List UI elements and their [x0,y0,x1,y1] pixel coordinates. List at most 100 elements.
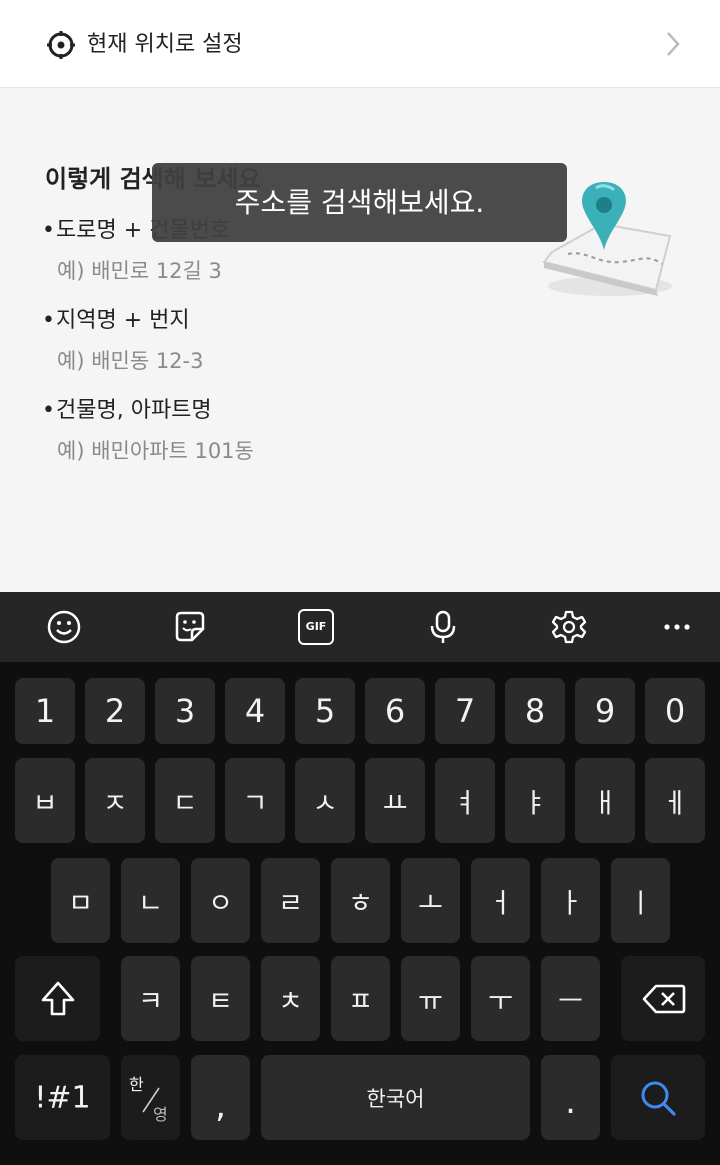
guide-item: •지역명 + 번지 [42,306,190,336]
key-jamo[interactable]: ㅡ [541,956,600,1041]
key-jamo[interactable]: ㅗ [401,858,460,943]
current-location-row[interactable]: 현재 위치로 설정 [0,0,720,88]
key-jamo[interactable]: ㅏ [541,858,600,943]
key-1[interactable]: 1 [15,678,75,744]
key-label: ㅑ [522,788,548,819]
guide-example: 예) 배민아파트 101동 [57,439,254,463]
key-4[interactable]: 4 [225,678,285,744]
guide-item-label: 지역명 + 번지 [56,308,190,333]
key-label: , [215,1086,226,1126]
key-label: 2 [104,692,126,730]
key-label: ㅎ [348,888,373,919]
key-jamo[interactable]: ㅂ [15,758,75,843]
key-jamo[interactable]: ㄱ [225,758,285,843]
bullet: • [42,308,55,333]
key-label: 6 [384,692,406,730]
language-switch-key[interactable]: 한 영 [121,1055,180,1140]
key-label: ㅏ [558,888,583,919]
chevron-right-icon [667,32,680,56]
key-label: ㄴ [138,888,163,919]
key-jamo[interactable]: ㄹ [261,858,320,943]
key-3[interactable]: 3 [155,678,215,744]
key-label: 9 [594,692,616,730]
key-label: ㅅ [312,788,338,819]
key-jamo[interactable]: ㅔ [645,758,705,843]
key-label: ㄱ [242,788,268,819]
key-6[interactable]: 6 [365,678,425,744]
key-label: ㅋ [138,986,163,1017]
key-9[interactable]: 9 [575,678,635,744]
key-label: 3 [174,692,196,730]
key-0[interactable]: 0 [645,678,705,744]
key-jamo[interactable]: ㅣ [611,858,670,943]
address-search-screen: { "location": { "label": "현재 위치로 설정" }, … [0,0,720,1165]
emoji-icon[interactable] [46,609,82,645]
key-label: ㅕ [452,788,478,819]
key-label: ㄹ [278,888,303,919]
key-label: ㅗ [418,888,443,919]
key-label: ㅊ [278,986,303,1017]
key-jamo[interactable]: ㅓ [471,858,530,943]
symbols-key[interactable]: !#1 [15,1055,110,1140]
settings-gear-icon[interactable] [551,609,587,645]
key-jamo[interactable]: ㅍ [331,956,390,1041]
keyboard: GIF 1 2 3 4 5 6 7 8 9 0 ㅂ ㅈ ㄷ ㄱ ㅅ ㅛ ㅕ ㅑ … [0,592,720,1165]
key-jamo[interactable]: ㅎ [331,858,390,943]
toast-message: 주소를 검색해보세요. [152,163,567,242]
key-label: ㅣ [628,888,653,919]
key-jamo[interactable]: ㅋ [121,956,180,1041]
key-jamo[interactable]: ㅅ [295,758,355,843]
key-label: ㅈ [102,788,128,819]
key-label: ㅐ [592,788,618,819]
key-jamo[interactable]: ㅁ [51,858,110,943]
key-label: 5 [314,692,336,730]
current-location-label: 현재 위치로 설정 [87,32,243,57]
guide-example: 예) 배민로 12길 3 [57,259,222,283]
key-jamo[interactable]: ㅕ [435,758,495,843]
key-jamo[interactable]: ㅑ [505,758,565,843]
crosshair-icon [47,31,75,59]
key-jamo[interactable]: ㅈ [85,758,145,843]
key-label: ㅁ [68,888,93,919]
key-jamo[interactable]: ㅜ [471,956,530,1041]
period-key[interactable]: . [541,1055,600,1140]
key-label: ㅂ [32,788,58,819]
sticker-icon[interactable] [172,609,208,645]
key-jamo[interactable]: ㄴ [121,858,180,943]
lang-bottom-label: 영 [153,1105,168,1124]
key-label: ㅇ [208,888,233,919]
key-jamo[interactable]: ㅌ [191,956,250,1041]
guide-item-label: 건물명, 아파트명 [56,398,212,423]
key-jamo[interactable]: ㅐ [575,758,635,843]
key-label: 7 [454,692,476,730]
gif-button[interactable]: GIF [298,609,334,645]
key-jamo[interactable]: ㄷ [155,758,215,843]
key-label: 0 [664,692,686,730]
key-7[interactable]: 7 [435,678,495,744]
backspace-key[interactable] [621,956,705,1041]
key-label: ㅔ [662,788,688,819]
key-8[interactable]: 8 [505,678,565,744]
key-jamo[interactable]: ㅊ [261,956,320,1041]
key-jamo[interactable]: ㅠ [401,956,460,1041]
comma-key[interactable]: , [191,1055,250,1140]
space-key[interactable]: 한국어 [261,1055,530,1140]
guide-example: 예) 배민동 12-3 [57,349,204,373]
key-jamo[interactable]: ㅛ [365,758,425,843]
key-label: ㅍ [348,986,373,1017]
key-label: !#1 [34,1080,91,1115]
bullet: • [42,398,55,423]
bullet: • [42,218,55,243]
search-key[interactable] [611,1055,705,1140]
more-options-icon[interactable] [659,609,695,645]
key-label: ㅜ [488,986,513,1017]
shift-key[interactable] [15,956,100,1041]
key-5[interactable]: 5 [295,678,355,744]
shift-arrow-icon [41,981,75,1016]
keyboard-toolbar: GIF [0,592,720,662]
key-label: . [565,1081,576,1122]
key-2[interactable]: 2 [85,678,145,744]
key-label: ㅌ [208,986,233,1017]
microphone-icon[interactable] [425,609,461,645]
key-jamo[interactable]: ㅇ [191,858,250,943]
